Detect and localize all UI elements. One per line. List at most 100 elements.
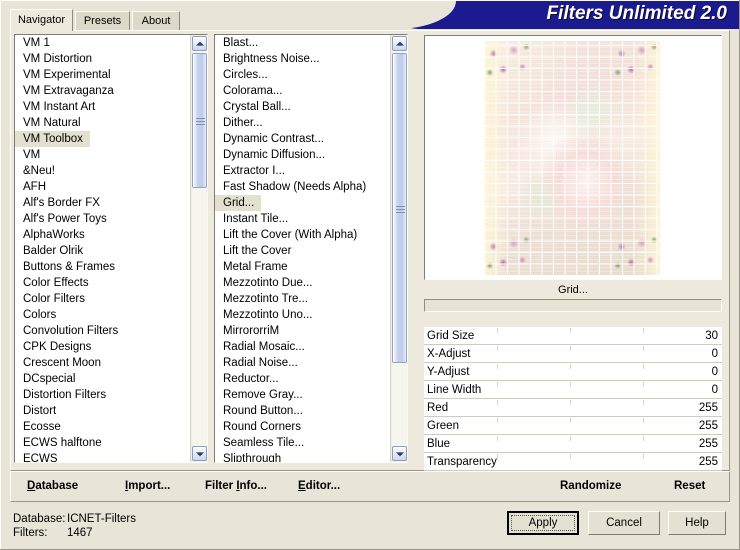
category-scrollbar[interactable] [190, 35, 207, 462]
filter-row[interactable]: Mezzotinto Due... [215, 275, 390, 291]
category-item[interactable]: Distort [15, 403, 190, 419]
category-row[interactable]: Buttons & Frames [15, 259, 190, 275]
filter-item[interactable]: Metal Frame [215, 259, 390, 275]
filter-item[interactable]: Fast Shadow (Needs Alpha) [215, 179, 390, 195]
category-row[interactable]: Ecosse [15, 419, 190, 435]
category-item[interactable]: ECWS halftone [15, 435, 190, 451]
category-item[interactable]: VM Natural [15, 115, 190, 131]
filter-row[interactable]: Metal Frame [215, 259, 390, 275]
category-row[interactable]: Distortion Filters [15, 387, 190, 403]
filter-row[interactable]: Round Corners [215, 419, 390, 435]
category-item[interactable]: Alf's Border FX [15, 195, 190, 211]
filter-row[interactable]: Colorama... [215, 83, 390, 99]
filter-row[interactable]: Remove Gray... [215, 387, 390, 403]
filter-row[interactable]: Radial Mosaic... [215, 339, 390, 355]
filter-item[interactable]: Dither... [215, 115, 390, 131]
editor-command[interactable]: Editor... [298, 480, 340, 492]
filter-item[interactable]: MirrororriM [215, 323, 390, 339]
category-scroll-down-button[interactable] [192, 446, 207, 461]
filter-scrollbar-thumb[interactable] [392, 53, 407, 363]
category-item[interactable]: Crescent Moon [15, 355, 190, 371]
category-row[interactable]: VM Experimental [15, 67, 190, 83]
parameter-row[interactable]: Green 255 [424, 417, 722, 435]
category-item[interactable]: VM 1 [15, 35, 190, 51]
category-item[interactable]: Color Filters [15, 291, 190, 307]
category-item[interactable]: ECWS [15, 451, 190, 462]
category-item[interactable]: Ecosse [15, 419, 190, 435]
filter-item[interactable]: Dynamic Contrast... [215, 131, 390, 147]
filter-row[interactable]: Crystal Ball... [215, 99, 390, 115]
filter-item[interactable]: Round Corners [215, 419, 390, 435]
category-item[interactable]: VM Experimental [15, 67, 190, 83]
filter-item[interactable]: Reductor... [215, 371, 390, 387]
parameter-list[interactable]: Grid Size 30 X-Adjust 0 Y-Adjust 0 Line Width 0… [424, 327, 722, 471]
apply-button[interactable]: Apply [507, 511, 579, 535]
category-row[interactable]: DCspecial [15, 371, 190, 387]
filter-row[interactable]: Circles... [215, 67, 390, 83]
category-row[interactable]: Balder Olrik [15, 243, 190, 259]
category-item[interactable]: Balder Olrik [15, 243, 190, 259]
filter-item[interactable]: Lift the Cover (With Alpha) [215, 227, 390, 243]
filter-scroll-down-button[interactable] [392, 446, 407, 461]
category-item[interactable]: Buttons & Frames [15, 259, 190, 275]
reset-command[interactable]: Reset [674, 480, 705, 492]
filter-row[interactable]: Blast... [215, 35, 390, 51]
category-row[interactable]: Color Filters [15, 291, 190, 307]
category-item[interactable]: DCspecial [15, 371, 190, 387]
category-row[interactable]: CPK Designs [15, 339, 190, 355]
filter-list-items[interactable]: Blast... Brightness Noise... Circles... Col… [215, 35, 390, 462]
category-item[interactable]: Distortion Filters [15, 387, 190, 403]
category-item[interactable]: VM Instant Art [15, 99, 190, 115]
category-item[interactable]: Alf's Power Toys [15, 211, 190, 227]
filter-row[interactable]: Instant Tile... [215, 211, 390, 227]
filter-item[interactable]: Mezzotinto Uno... [215, 307, 390, 323]
filter-item[interactable]: Remove Gray... [215, 387, 390, 403]
category-row[interactable]: VM Distortion [15, 51, 190, 67]
category-item[interactable]: Colors [15, 307, 190, 323]
category-item[interactable]: CPK Designs [15, 339, 190, 355]
filter-row[interactable]: Lift the Cover (With Alpha) [215, 227, 390, 243]
category-row[interactable]: Convolution Filters [15, 323, 190, 339]
category-item[interactable]: AFH [15, 179, 190, 195]
filter-item[interactable]: Blast... [215, 35, 390, 51]
filter-item[interactable]: Grid... [215, 195, 262, 211]
filter-row[interactable]: Radial Noise... [215, 355, 390, 371]
filter-row[interactable]: Fast Shadow (Needs Alpha) [215, 179, 390, 195]
category-row[interactable]: VM [15, 147, 190, 163]
category-scrollbar-thumb[interactable] [192, 53, 207, 188]
filter-item[interactable]: Seamless Tile... [215, 435, 390, 451]
category-item[interactable]: VM Toolbox [15, 131, 90, 147]
category-row[interactable]: VM Natural [15, 115, 190, 131]
category-item[interactable]: Color Effects [15, 275, 190, 291]
category-listbox[interactable]: VM 1 VM Distortion VM Experimental VM Extra… [14, 34, 208, 463]
tab-presets[interactable]: Presets [75, 11, 130, 30]
filter-row[interactable]: MirrororriM [215, 323, 390, 339]
filter-scroll-up-button[interactable] [392, 36, 407, 51]
filter-listbox[interactable]: Blast... Brightness Noise... Circles... Col… [214, 34, 408, 463]
filter-row[interactable]: Lift the Cover [215, 243, 390, 259]
parameter-row[interactable]: X-Adjust 0 [424, 345, 722, 363]
filter-item[interactable]: Instant Tile... [215, 211, 390, 227]
filter-row[interactable]: Brightness Noise... [215, 51, 390, 67]
category-row[interactable]: Color Effects [15, 275, 190, 291]
filter-row[interactable]: Reductor... [215, 371, 390, 387]
filter-info-command[interactable]: Filter Info... [205, 480, 267, 492]
category-item[interactable]: VM Extravaganza [15, 83, 190, 99]
filter-item[interactable]: Brightness Noise... [215, 51, 390, 67]
category-row[interactable]: Distort [15, 403, 190, 419]
filter-scrollbar[interactable] [390, 35, 407, 462]
category-item[interactable]: Convolution Filters [15, 323, 190, 339]
randomize-command[interactable]: Randomize [560, 480, 621, 492]
category-row[interactable]: &Neu! [15, 163, 190, 179]
filter-item[interactable]: Colorama... [215, 83, 390, 99]
parameter-row[interactable]: Red 255 [424, 399, 722, 417]
filter-item[interactable]: Mezzotinto Due... [215, 275, 390, 291]
category-row[interactable]: ECWS halftone [15, 435, 190, 451]
category-item[interactable]: AlphaWorks [15, 227, 190, 243]
category-row[interactable]: VM Instant Art [15, 99, 190, 115]
parameter-row[interactable]: Blue 255 [424, 435, 722, 453]
parameter-row[interactable]: Y-Adjust 0 [424, 363, 722, 381]
category-row[interactable]: AFH [15, 179, 190, 195]
help-button[interactable]: Help [668, 511, 726, 535]
database-command[interactable]: Database [27, 480, 78, 492]
